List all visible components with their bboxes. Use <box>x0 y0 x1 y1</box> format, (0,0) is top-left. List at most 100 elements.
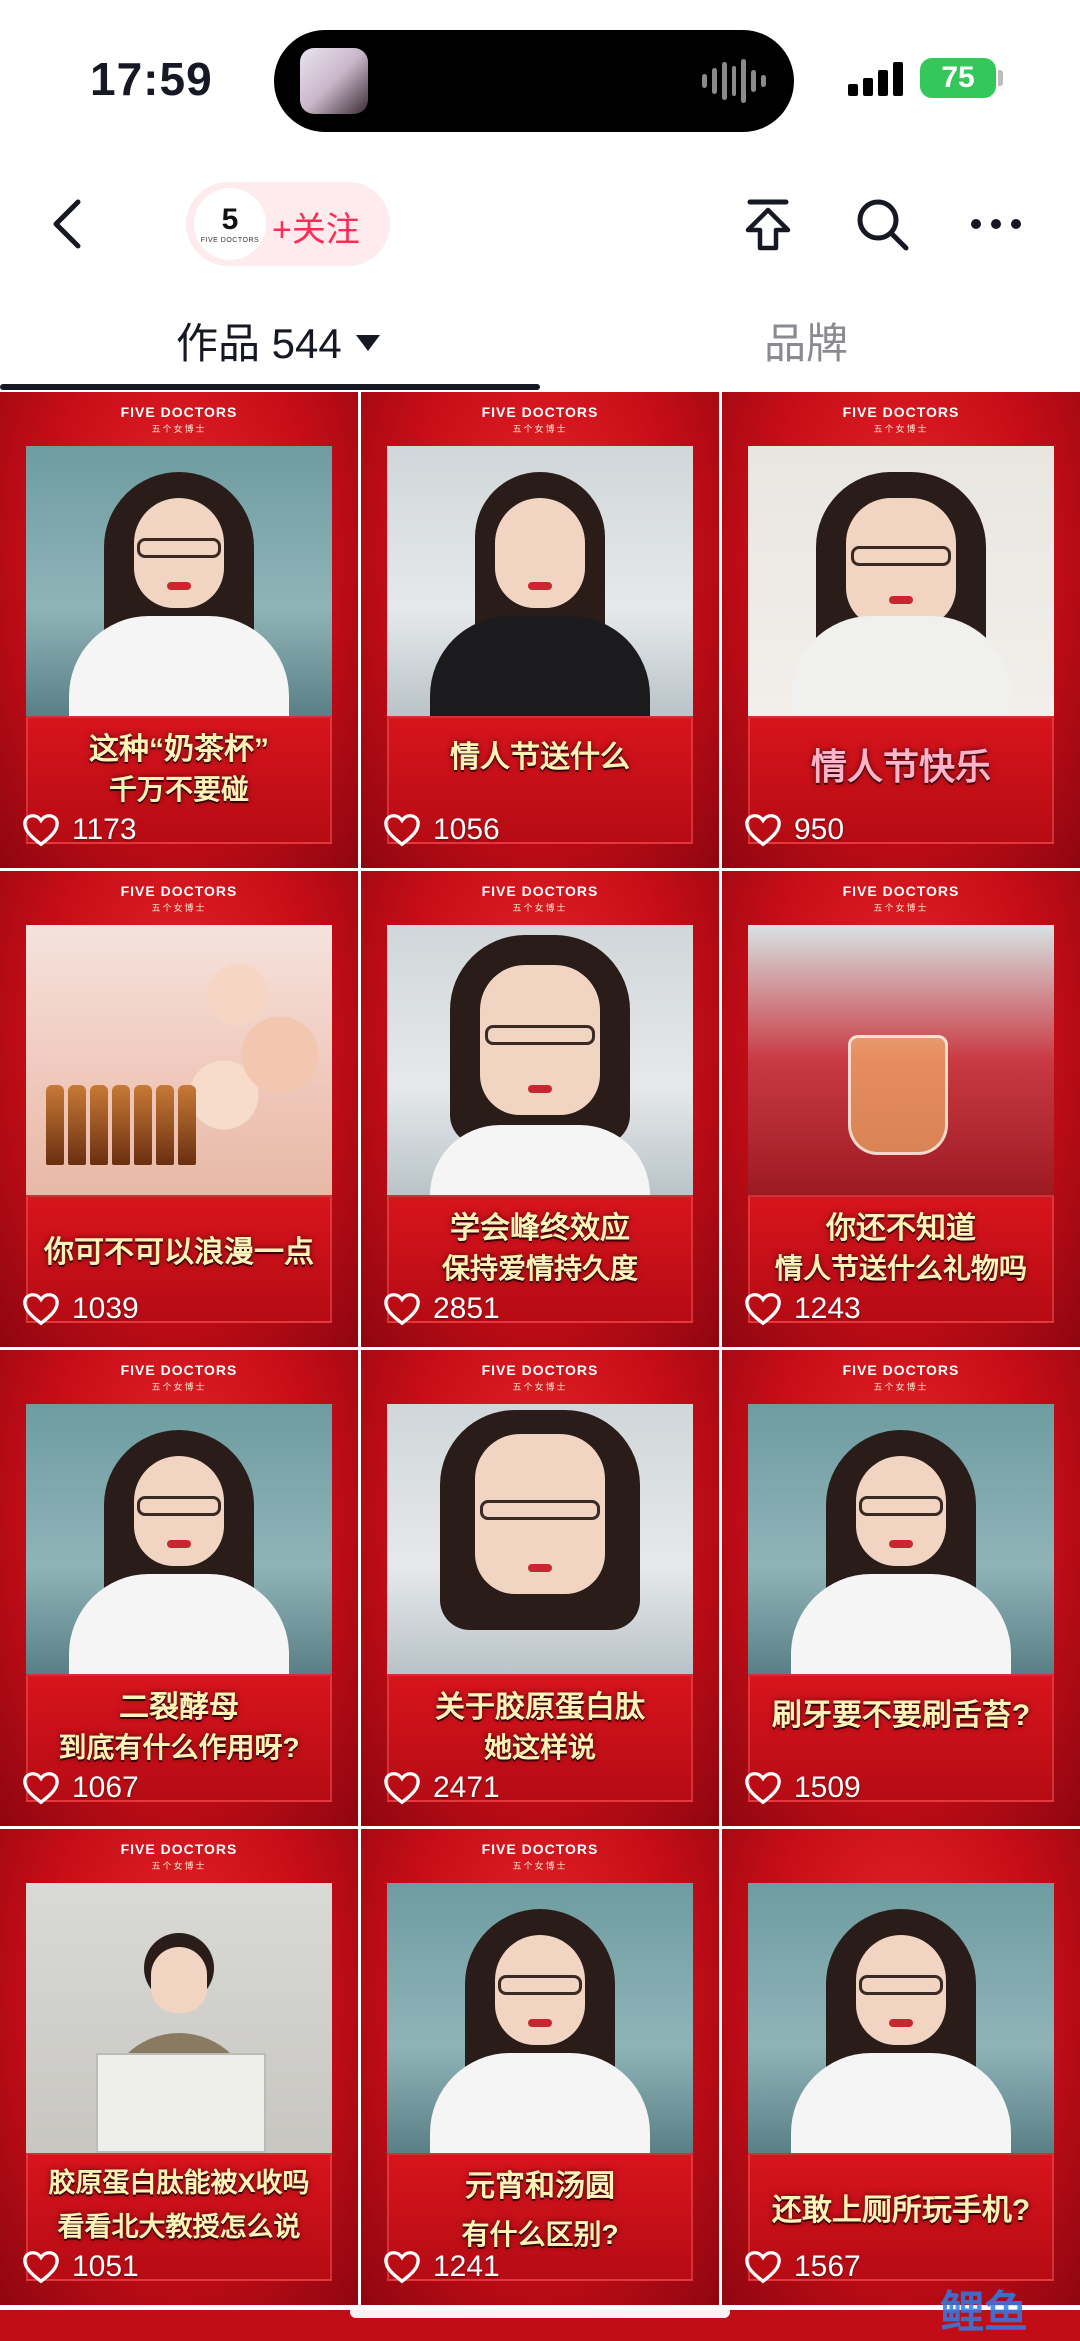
video-card[interactable]: FIVE DOCTORS 五个女博士 刷牙要不要刷舌苔? 1509 <box>722 1350 1080 1826</box>
video-card[interactable]: FIVE DOCTORS 五个女博士 二裂酵母 到底有什么作用呀? 1067 <box>0 1350 358 1826</box>
card-brand: FIVE DOCTORS <box>842 404 960 420</box>
heart-icon <box>23 814 59 847</box>
heart-icon <box>745 2251 781 2284</box>
card-brand: FIVE DOCTORS <box>481 404 599 420</box>
more-button[interactable] <box>964 192 1028 256</box>
top-nav: 5 FIVE DOCTORS +关注 <box>0 170 1080 280</box>
profile-tabs: 作品 544 品牌 <box>0 290 1080 390</box>
video-caption-line2: 保持爱情持久度 <box>441 1253 638 1284</box>
video-caption-line2: 千万不要碰 <box>108 774 249 805</box>
like-count: 1173 <box>22 812 137 848</box>
avatar-number: 5 <box>221 202 239 236</box>
card-brand: FIVE DOCTORS <box>481 883 599 899</box>
tab-brand[interactable]: 品牌 <box>764 310 848 371</box>
back-icon <box>53 199 81 249</box>
like-count-value: 1509 <box>794 1771 861 1804</box>
card-brand: FIVE DOCTORS <box>120 1841 238 1857</box>
like-count-value: 2471 <box>433 1771 500 1804</box>
video-thumbnail <box>748 925 1054 1195</box>
like-count: 1509 <box>744 1770 861 1806</box>
video-thumbnail <box>26 446 332 716</box>
video-caption-line1: 情人节送什么 <box>450 741 630 774</box>
heart-icon <box>384 1293 420 1326</box>
like-count-value: 1243 <box>794 1292 861 1325</box>
caret-down-icon <box>355 334 380 351</box>
heart-icon <box>384 1772 420 1805</box>
like-count: 1067 <box>22 1770 139 1806</box>
dynamic-island[interactable] <box>274 30 794 132</box>
like-count: 1056 <box>383 812 500 848</box>
card-brand: FIVE DOCTORS <box>481 1841 599 1857</box>
share-button[interactable] <box>736 192 800 256</box>
heart-icon <box>745 1772 781 1805</box>
avatar[interactable]: 5 FIVE DOCTORS <box>194 188 266 260</box>
heart-icon <box>23 1772 59 1805</box>
card-brand: FIVE DOCTORS <box>842 1362 960 1378</box>
cellular-signal-icon <box>848 62 904 96</box>
video-caption-line1: 胶原蛋白肽能被X收吗 <box>48 2168 310 2198</box>
video-caption-line1: 学会峰终效应 <box>450 1212 630 1245</box>
video-card[interactable]: FIVE DOCTORS 五个女博士 这种“奶茶杯” 千万不要碰 1173 <box>0 392 358 868</box>
like-count-value: 1051 <box>72 2250 139 2283</box>
search-icon <box>857 199 909 251</box>
video-thumbnail <box>748 1883 1054 2153</box>
like-count-value: 950 <box>794 813 845 846</box>
card-brand-sub: 五个女博士 <box>873 424 929 434</box>
video-card[interactable]: FIVE DOCTORS 五个女博士 情人节送什么 1056 <box>361 392 719 868</box>
home-indicator[interactable] <box>350 2306 730 2318</box>
active-tab-indicator <box>0 384 540 390</box>
like-count: 2471 <box>383 1770 500 1806</box>
video-card[interactable]: FIVE DOCTORS 五个女博士 情人节快乐 950 <box>722 392 1080 868</box>
watermark: 鲤鱼 <box>940 2288 1028 2337</box>
battery-tip <box>998 70 1003 86</box>
heart-icon <box>23 2251 59 2284</box>
search-button[interactable] <box>850 192 914 256</box>
like-count: 2851 <box>383 1291 500 1327</box>
video-card[interactable]: FIVE DOCTORS 五个女博士 关于胶原蛋白肽 她这样说 2471 <box>361 1350 719 1826</box>
video-thumbnail <box>748 446 1054 716</box>
card-brand-sub: 五个女博士 <box>873 1382 929 1392</box>
video-card[interactable]: FIVE DOCTORS 五个女博士 胶原蛋白肽能被X收吗 看看北大教授怎么说 … <box>0 1829 358 2305</box>
heart-icon <box>23 1293 59 1326</box>
video-card[interactable]: FIVE DOCTORS 五个女博士 你还不知道 情人节送什么礼物吗 1243 <box>722 871 1080 1347</box>
tab-works-label: 作品 544 <box>176 320 342 367</box>
like-count: 1241 <box>383 2249 500 2285</box>
card-brand: FIVE DOCTORS <box>120 883 238 899</box>
video-caption-line2: 有什么区别? <box>461 2219 619 2250</box>
card-brand-sub: 五个女博士 <box>512 1861 568 1871</box>
video-thumbnail <box>387 1404 693 1674</box>
back-button[interactable] <box>40 194 100 254</box>
video-caption-line1: 二裂酵母 <box>119 1691 239 1724</box>
battery-indicator: 75 <box>920 58 996 98</box>
more-icon <box>971 219 1021 229</box>
heart-icon <box>745 814 781 847</box>
like-count-value: 1173 <box>72 813 137 846</box>
video-thumbnail <box>26 1404 332 1674</box>
follow-label: +关注 <box>272 211 360 249</box>
tab-works[interactable]: 作品 544 <box>176 310 380 371</box>
card-brand: FIVE DOCTORS <box>481 1362 599 1378</box>
like-count-value: 1039 <box>72 1292 139 1325</box>
video-caption-line1: 这种“奶茶杯” <box>89 733 269 766</box>
follow-button[interactable]: 5 FIVE DOCTORS +关注 <box>186 182 390 266</box>
video-thumbnail <box>748 1404 1054 1674</box>
like-count-value: 2851 <box>433 1292 500 1325</box>
video-card[interactable]: FIVE DOCTORS 五个女博士 元宵和汤圆 有什么区别? 1241 <box>361 1829 719 2305</box>
like-count-value: 1056 <box>433 813 500 846</box>
now-playing-thumbnail <box>300 48 368 114</box>
heart-icon <box>384 2251 420 2284</box>
card-brand: FIVE DOCTORS <box>842 883 960 899</box>
video-card[interactable]: FIVE DOCTORS 五个女博士 你可不可以浪漫一点 1039 <box>0 871 358 1347</box>
video-caption-line1: 还敢上厕所玩手机? <box>771 2194 1031 2227</box>
like-count: 1567 <box>744 2249 861 2285</box>
status-time: 17:59 <box>90 53 213 105</box>
like-count-value: 1241 <box>433 2250 500 2283</box>
card-brand-sub: 五个女博士 <box>151 424 207 434</box>
card-brand-sub: 五个女博士 <box>512 424 568 434</box>
video-card[interactable]: FIVE DOCTORS 五个女博士 学会峰终效应 保持爱情持久度 2851 <box>361 871 719 1347</box>
heart-icon <box>384 814 420 847</box>
video-thumbnail <box>387 446 693 716</box>
like-count-value: 1567 <box>794 2250 861 2283</box>
video-card[interactable]: 还敢上厕所玩手机? 1567 <box>722 1829 1080 2305</box>
video-thumbnail <box>26 1883 332 2153</box>
